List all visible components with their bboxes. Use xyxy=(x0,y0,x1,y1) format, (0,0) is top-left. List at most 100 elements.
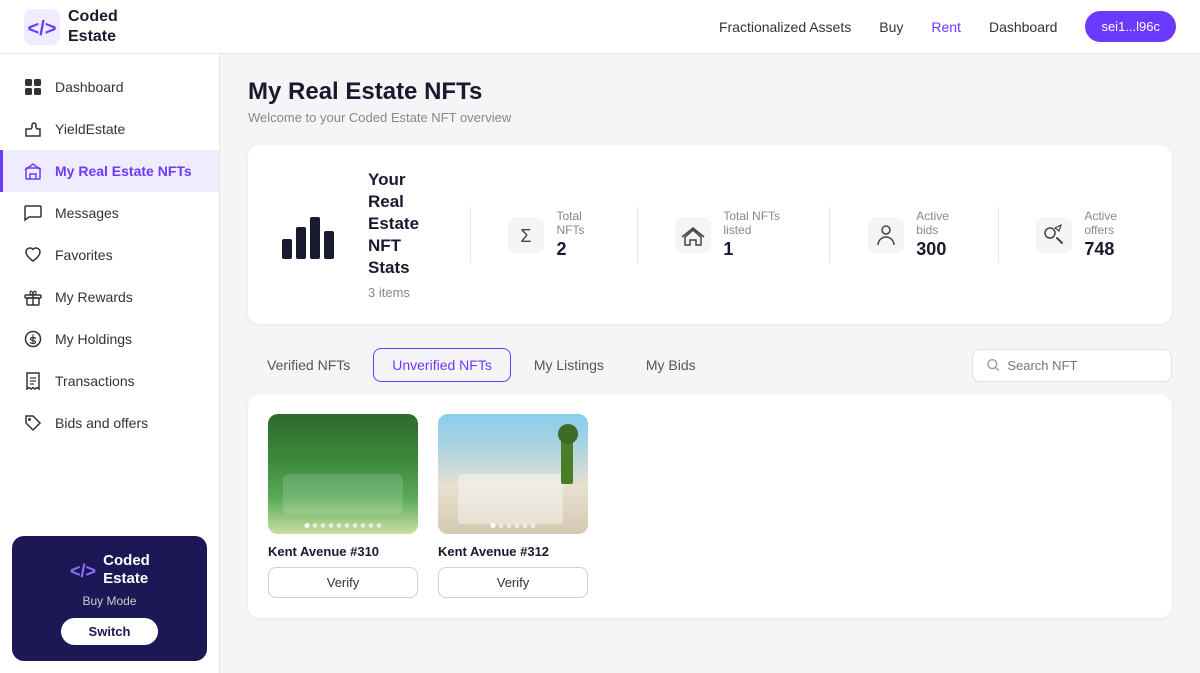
dollar-icon xyxy=(23,329,43,349)
stats-card: Your Real Estate NFT Stats 3 items Σ Tot… xyxy=(248,145,1172,324)
tabs-row: Verified NFTs Unverified NFTs My Listing… xyxy=(248,348,1172,382)
nft-card-0: Kent Avenue #310 Verify xyxy=(268,414,418,598)
stat-nfts-listed-info: Total NFTs listed 1 xyxy=(723,209,791,260)
sigma-icon: Σ xyxy=(508,215,544,255)
building-icon xyxy=(23,161,43,181)
dot xyxy=(321,523,326,528)
page-title: My Real Estate NFTs xyxy=(248,78,1172,106)
stats-chart-icon xyxy=(276,203,340,267)
logo-text: Coded Estate xyxy=(68,7,118,45)
dot xyxy=(353,523,358,528)
stats-divider-1 xyxy=(470,207,471,263)
sidebar-label-dashboard: Dashboard xyxy=(55,79,124,95)
stat-active-bids-info: Active bids 300 xyxy=(916,209,959,260)
sidebar-item-my-nfts[interactable]: My Real Estate NFTs xyxy=(0,150,219,192)
tag-icon xyxy=(23,413,43,433)
house-icon xyxy=(675,215,711,255)
sidebar-item-favorites[interactable]: Favorites xyxy=(0,234,219,276)
stats-divider-4 xyxy=(998,207,999,263)
sidebar-item-rewards[interactable]: My Rewards xyxy=(0,276,219,318)
nft-search-box[interactable] xyxy=(972,349,1172,382)
nft-grid: Kent Avenue #310 Verify xyxy=(268,414,1152,598)
nft-name-1: Kent Avenue #312 xyxy=(438,544,588,559)
sidebar-label-transactions: Transactions xyxy=(55,373,135,389)
sidebar-promo-logo-text: Coded Estate xyxy=(103,552,150,588)
tab-unverified-nfts[interactable]: Unverified NFTs xyxy=(373,348,511,382)
dot xyxy=(313,523,318,528)
sidebar-promo-logo: </> Coded Estate xyxy=(69,552,150,588)
receipt-icon xyxy=(23,371,43,391)
nav-fractionalized[interactable]: Fractionalized Assets xyxy=(719,19,851,35)
sidebar-label-rewards: My Rewards xyxy=(55,289,133,305)
tab-my-bids[interactable]: My Bids xyxy=(627,348,715,382)
gift-icon xyxy=(23,287,43,307)
sidebar-item-messages[interactable]: Messages xyxy=(0,192,219,234)
tab-my-listings[interactable]: My Listings xyxy=(515,348,623,382)
dot xyxy=(507,523,512,528)
stats-title-block: Your Real Estate NFT Stats 3 items xyxy=(368,169,442,300)
top-navigation: </> Coded Estate Fractionalized Assets B… xyxy=(0,0,1200,54)
nft-dots-1 xyxy=(491,523,536,528)
stat-total-nfts: Σ Total NFTs 2 xyxy=(498,209,608,260)
sidebar-promo-card: </> Coded Estate Buy Mode Switch xyxy=(12,536,207,661)
logo: </> Coded Estate xyxy=(24,7,118,45)
sidebar-item-transactions[interactable]: Transactions xyxy=(0,360,219,402)
puzzle-icon xyxy=(23,119,43,139)
nft-image-0 xyxy=(268,414,418,534)
nft-grid-section: Kent Avenue #310 Verify xyxy=(248,394,1172,618)
sidebar-label-my-nfts: My Real Estate NFTs xyxy=(55,163,192,179)
switch-button[interactable]: Switch xyxy=(61,618,159,645)
sidebar-label-messages: Messages xyxy=(55,205,119,221)
sidebar-nav: Dashboard YieldEstate xyxy=(0,54,219,524)
dot xyxy=(523,523,528,528)
sidebar-label-yieldestate: YieldEstate xyxy=(55,121,125,137)
stat-active-bids: Active bids 300 xyxy=(858,209,969,260)
dot xyxy=(531,523,536,528)
dot xyxy=(499,523,504,528)
dot xyxy=(369,523,374,528)
sidebar-label-holdings: My Holdings xyxy=(55,331,132,347)
nft-name-0: Kent Avenue #310 xyxy=(268,544,418,559)
sidebar: Dashboard YieldEstate xyxy=(0,54,220,673)
nft-verify-button-0[interactable]: Verify xyxy=(268,567,418,598)
dot xyxy=(361,523,366,528)
dot xyxy=(491,523,496,528)
stats-divider-2 xyxy=(637,207,638,263)
search-input[interactable] xyxy=(1007,358,1157,373)
dot xyxy=(329,523,334,528)
nft-tabs: Verified NFTs Unverified NFTs My Listing… xyxy=(248,348,715,382)
sidebar-promo-logo-icon: </> xyxy=(69,556,97,584)
stats-items-count: 3 items xyxy=(368,285,442,300)
grid-icon xyxy=(23,77,43,97)
stats-title: Your Real Estate NFT Stats xyxy=(368,169,442,279)
nft-verify-button-1[interactable]: Verify xyxy=(438,567,588,598)
nav-buy[interactable]: Buy xyxy=(879,19,903,35)
svg-text:</>: </> xyxy=(70,561,96,581)
sidebar-item-bids[interactable]: Bids and offers xyxy=(0,402,219,444)
offers-icon xyxy=(1036,215,1072,255)
dot xyxy=(377,523,382,528)
nav-links: Fractionalized Assets Buy Rent Dashboard… xyxy=(719,11,1176,42)
dot xyxy=(305,523,310,528)
sidebar-item-holdings[interactable]: My Holdings xyxy=(0,318,219,360)
heart-icon xyxy=(23,245,43,265)
stats-divider-3 xyxy=(829,207,830,263)
chat-icon xyxy=(23,203,43,223)
tab-verified-nfts[interactable]: Verified NFTs xyxy=(248,348,369,382)
coded-estate-logo-icon: </> xyxy=(24,9,60,45)
nav-rent[interactable]: Rent xyxy=(931,19,961,35)
wallet-button[interactable]: sei1...l96c xyxy=(1085,11,1176,42)
dot xyxy=(337,523,342,528)
stat-active-offers-info: Active offers 748 xyxy=(1084,209,1134,260)
svg-text:Σ: Σ xyxy=(521,226,532,246)
sidebar-mode-label: Buy Mode xyxy=(82,594,136,608)
page-subtitle: Welcome to your Coded Estate NFT overvie… xyxy=(248,110,1172,125)
search-icon xyxy=(987,358,999,372)
sidebar-item-dashboard[interactable]: Dashboard xyxy=(0,66,219,108)
nav-dashboard[interactable]: Dashboard xyxy=(989,19,1058,35)
sidebar-item-yieldestate[interactable]: YieldEstate xyxy=(0,108,219,150)
dot xyxy=(515,523,520,528)
nft-card-1: Kent Avenue #312 Verify xyxy=(438,414,588,598)
person-icon xyxy=(868,215,904,255)
dot xyxy=(345,523,350,528)
